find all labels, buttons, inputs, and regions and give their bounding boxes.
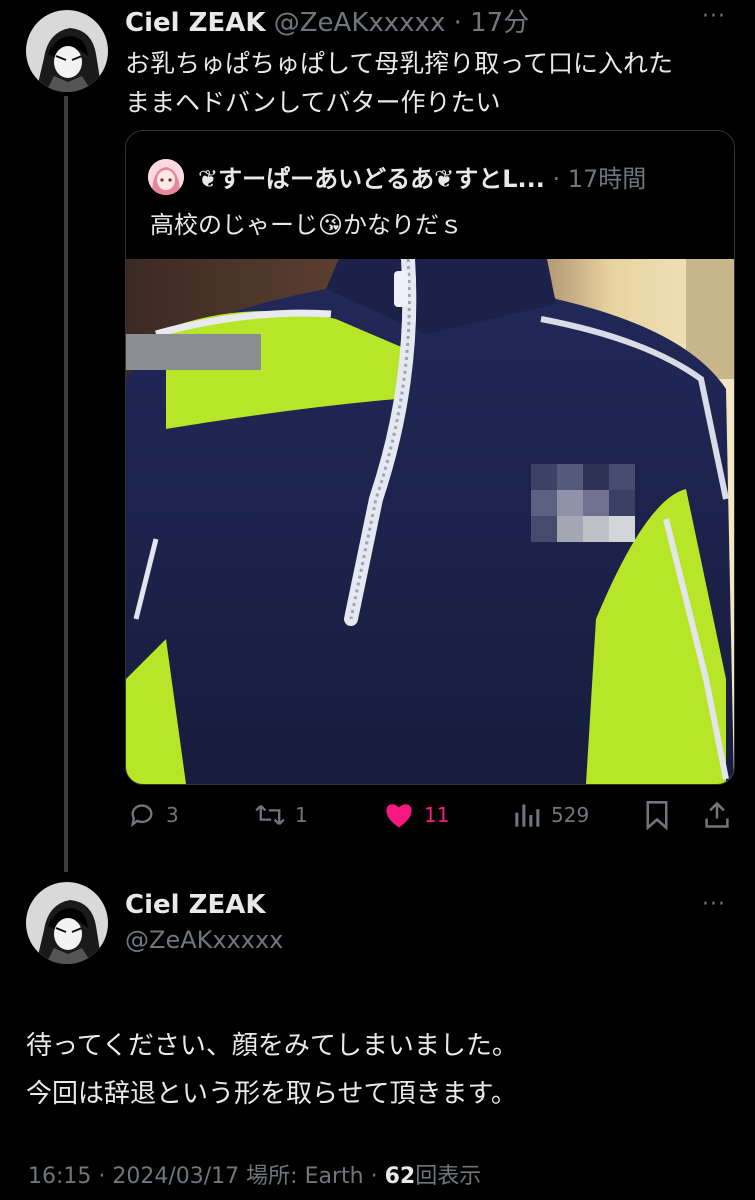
quote-text-suffix: かなりだｓ [343,211,464,239]
quote-text: 高校のじゃーじ😘かなりだｓ [150,205,463,240]
heart-icon [386,804,412,828]
views-chart-icon [515,804,540,827]
retweet-count: 1 [295,803,308,827]
tweet2-text-line2: 今回は辞退という形を取らせて頂きます。 [26,1079,517,1109]
tweet1-text: お乳ちゅぱちゅぱして母乳搾り取って口に入れた ままヘドバンしてバター作りたい [125,44,673,122]
reply-icon [130,804,153,828]
views-button[interactable]: 529 [513,801,589,829]
more-icon[interactable]: ··· [702,4,726,29]
quote-avatar-image [148,159,184,195]
tweet1-header: Ciel ZEAK @ZeAKxxxxx · 17分 [125,2,529,39]
tweet2-text: 待ってください、顔をみてしまいました。 今回は辞退という形を取らせて頂きます。 [26,1022,518,1118]
bookmark-icon [646,801,668,830]
quote-text-prefix: 高校のじゃーじ [150,211,318,239]
views-count: 529 [551,803,590,827]
tweet2-handle[interactable]: @ZeAKxxxxx [125,926,283,954]
thread-line [64,96,68,872]
retweet-button[interactable]: 1 [255,801,308,829]
tweet2-views-label: 回表示 [415,1164,482,1189]
avatar-image [26,882,108,964]
tweet2-meta: 16:15 · 2024/03/17 場所: Earth · 62回表示 [28,1158,481,1190]
tweet1-text-line1: お乳ちゅぱちゅぱして母乳搾り取って口に入れた [125,49,674,78]
tweet2-timestamp[interactable]: 16:15 · 2024/03/17 場所: Earth · [28,1164,385,1189]
tweet1-time[interactable]: 17分 [470,8,529,38]
like-count: 11 [424,803,450,827]
tweet1-author-name[interactable]: Ciel ZEAK [125,8,265,38]
quote-author-name[interactable]: ❦すーぱーあいどるあ❦すとL... [198,165,545,193]
reply-button[interactable]: 3 [128,801,179,829]
share-icon [705,801,729,828]
jersey-photo-image [126,259,734,784]
quote-tweet-card[interactable]: ❦すーぱーあいどるあ❦すとL... · 17時間 高校のじゃーじ😘かなりだｓ [125,130,735,785]
avatar-image [26,10,108,92]
quote-avatar [148,159,184,195]
bookmark-button[interactable] [645,800,669,830]
retweet-icon [255,804,285,826]
mosaic-censor [531,464,635,542]
share-button[interactable] [703,800,731,830]
quote-photo[interactable] [126,259,734,784]
kiss-emoji-icon: 😘 [318,211,344,239]
avatar[interactable] [26,882,108,964]
tweet2-text-line1: 待ってください、顔をみてしまいました。 [26,1031,518,1061]
like-button[interactable]: 11 [384,801,449,829]
avatar[interactable] [26,10,108,92]
quote-header: ❦すーぱーあいどるあ❦すとL... · 17時間 [198,159,646,194]
tweet2-header: Ciel ZEAK @ZeAKxxxxx [125,890,283,954]
quote-time[interactable]: 17時間 [568,165,647,193]
separator-dot: · [544,165,568,193]
reply-count: 3 [166,803,179,827]
tweet1-text-line2: ままヘドバンしてバター作りたい [125,88,501,117]
more-icon[interactable]: ··· [702,892,726,917]
tweet2-author-name[interactable]: Ciel ZEAK [125,890,283,920]
separator-dot: · [445,8,471,38]
tweet1-handle[interactable]: @ZeAKxxxxx [274,8,446,38]
tweet2-views-number: 62 [384,1164,416,1189]
